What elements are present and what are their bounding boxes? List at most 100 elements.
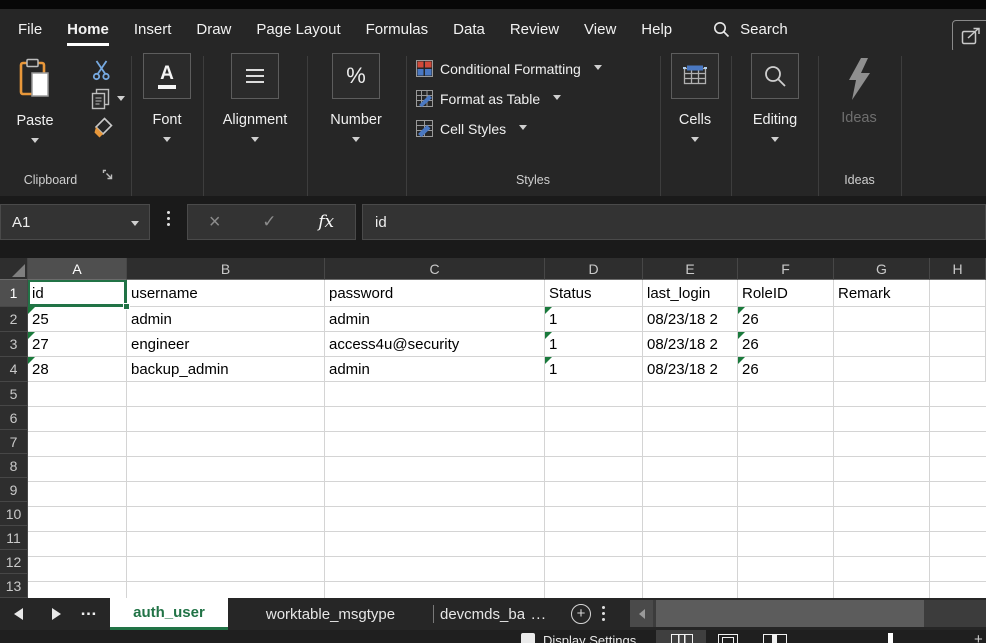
cell-f3[interactable]: 26 — [738, 332, 834, 357]
menu-tab-help[interactable]: Help — [641, 21, 672, 38]
scrollbar-thumb[interactable] — [656, 600, 924, 627]
cell-g1[interactable]: Remark — [834, 280, 930, 307]
row-header-12[interactable]: 12 — [0, 550, 28, 574]
cell-b2[interactable]: admin — [127, 307, 325, 332]
cell-d2[interactable]: 1 — [545, 307, 643, 332]
new-sheet-button[interactable]: + — [571, 604, 591, 624]
menu-tab-file[interactable]: File — [18, 21, 42, 38]
column-header-h[interactable]: H — [930, 258, 986, 280]
format-as-table-button[interactable]: Format as Table — [416, 90, 561, 107]
sheet-nav-left-icon[interactable] — [14, 608, 23, 620]
menu-tab-draw[interactable]: Draw — [196, 21, 231, 38]
column-header-a[interactable]: A — [28, 258, 127, 280]
cell-h4[interactable] — [930, 357, 986, 382]
enter-button[interactable]: ✓ — [262, 212, 276, 232]
column-header-g[interactable]: G — [834, 258, 930, 280]
empty-cells-area[interactable] — [28, 382, 986, 598]
sheet-tab-devcmds[interactable]: devcmds_ba ... — [440, 598, 562, 630]
row-header-3[interactable]: 3 — [0, 332, 28, 357]
cells-group-button[interactable]: Cells — [671, 53, 719, 142]
zoom-in-button[interactable]: + — [974, 631, 983, 643]
cell-b3[interactable]: engineer — [127, 332, 325, 357]
share-button[interactable] — [952, 20, 986, 53]
cell-g4[interactable] — [834, 357, 930, 382]
cell-e3[interactable]: 08/23/18 2 — [643, 332, 738, 357]
search-box[interactable]: Search — [713, 21, 788, 38]
column-header-d[interactable]: D — [545, 258, 643, 280]
row-header-10[interactable]: 10 — [0, 502, 28, 526]
page-layout-view-icon[interactable] — [718, 634, 738, 643]
cell-f2[interactable]: 26 — [738, 307, 834, 332]
menu-tab-data[interactable]: Data — [453, 21, 485, 38]
formula-input[interactable]: id — [362, 204, 986, 240]
font-group-button[interactable]: A Font — [143, 53, 191, 142]
cell-e2[interactable]: 08/23/18 2 — [643, 307, 738, 332]
cell-d4[interactable]: 1 — [545, 357, 643, 382]
select-all-button[interactable] — [0, 258, 28, 280]
row-header-6[interactable]: 6 — [0, 406, 28, 430]
scroll-left-button[interactable] — [630, 600, 653, 627]
cell-e4[interactable]: 08/23/18 2 — [643, 357, 738, 382]
copy-button[interactable] — [90, 88, 125, 111]
name-box[interactable]: A1 — [0, 204, 150, 240]
row-header-8[interactable]: 8 — [0, 454, 28, 478]
column-header-c[interactable]: C — [325, 258, 545, 280]
selected-cell-a1[interactable]: id — [28, 280, 127, 307]
cell-h2[interactable] — [930, 307, 986, 332]
row-header-5[interactable]: 5 — [0, 382, 28, 406]
format-painter-button[interactable] — [92, 116, 114, 143]
menu-tab-insert[interactable]: Insert — [134, 21, 172, 38]
conditional-formatting-button[interactable]: Conditional Formatting — [416, 60, 602, 77]
cell-g3[interactable] — [834, 332, 930, 357]
row-header-11[interactable]: 11 — [0, 526, 28, 550]
cell-e1[interactable]: last_login — [643, 280, 738, 307]
row-header-2[interactable]: 2 — [0, 307, 28, 332]
tab-more-menu-icon[interactable] — [602, 606, 605, 621]
display-settings-icon[interactable] — [521, 633, 535, 643]
ideas-button[interactable]: Ideas — [835, 56, 883, 126]
row-header-4[interactable]: 4 — [0, 357, 28, 382]
cell-d1[interactable]: Status — [545, 280, 643, 307]
column-header-b[interactable]: B — [127, 258, 325, 280]
cell-c3[interactable]: access4u@security — [325, 332, 545, 357]
column-header-e[interactable]: E — [643, 258, 738, 280]
cell-d3[interactable]: 1 — [545, 332, 643, 357]
horizontal-scrollbar[interactable] — [630, 600, 986, 627]
sheet-nav-right-icon[interactable] — [52, 608, 61, 620]
sheet-tab-worktable-msgtype[interactable]: worktable_msgtype — [228, 598, 433, 630]
number-group-button[interactable]: % Number — [332, 53, 380, 142]
menu-tab-view[interactable]: View — [584, 21, 616, 38]
cell-f1[interactable]: RoleID — [738, 280, 834, 307]
editing-group-button[interactable]: Editing — [751, 53, 799, 142]
formula-bar-handle[interactable] — [162, 211, 174, 226]
cell-a2[interactable]: 25 — [28, 307, 127, 332]
cell-c4[interactable]: admin — [325, 357, 545, 382]
fill-handle[interactable] — [123, 303, 130, 310]
cell-b4[interactable]: backup_admin — [127, 357, 325, 382]
alignment-group-button[interactable]: Alignment — [231, 53, 279, 142]
menu-tab-formulas[interactable]: Formulas — [366, 21, 429, 38]
row-header-1[interactable]: 1 — [0, 280, 28, 307]
cell-h3[interactable] — [930, 332, 986, 357]
zoom-slider-handle[interactable] — [888, 633, 893, 643]
menu-tab-page-layout[interactable]: Page Layout — [256, 21, 340, 38]
cell-h1[interactable] — [930, 280, 986, 307]
row-header-7[interactable]: 7 — [0, 430, 28, 454]
sheet-overflow-dots[interactable]: … — [80, 600, 99, 620]
cancel-button[interactable]: × — [209, 214, 221, 230]
display-settings-label[interactable]: Display Settings — [543, 633, 636, 643]
row-header-13[interactable]: 13 — [0, 574, 28, 598]
page-break-view-icon[interactable] — [763, 634, 787, 643]
row-header-9[interactable]: 9 — [0, 478, 28, 502]
menu-tab-review[interactable]: Review — [510, 21, 559, 38]
cut-button[interactable] — [92, 60, 111, 86]
clipboard-dialog-launcher[interactable] — [102, 168, 114, 186]
cell-g2[interactable] — [834, 307, 930, 332]
cell-b1[interactable]: username — [127, 280, 325, 307]
cell-f4[interactable]: 26 — [738, 357, 834, 382]
sheet-tab-auth-user[interactable]: auth_user — [110, 598, 228, 630]
cell-a3[interactable]: 27 — [28, 332, 127, 357]
insert-function-button[interactable]: fx — [318, 212, 334, 232]
cell-styles-button[interactable]: Cell Styles — [416, 120, 527, 137]
normal-view-icon[interactable] — [671, 634, 693, 643]
